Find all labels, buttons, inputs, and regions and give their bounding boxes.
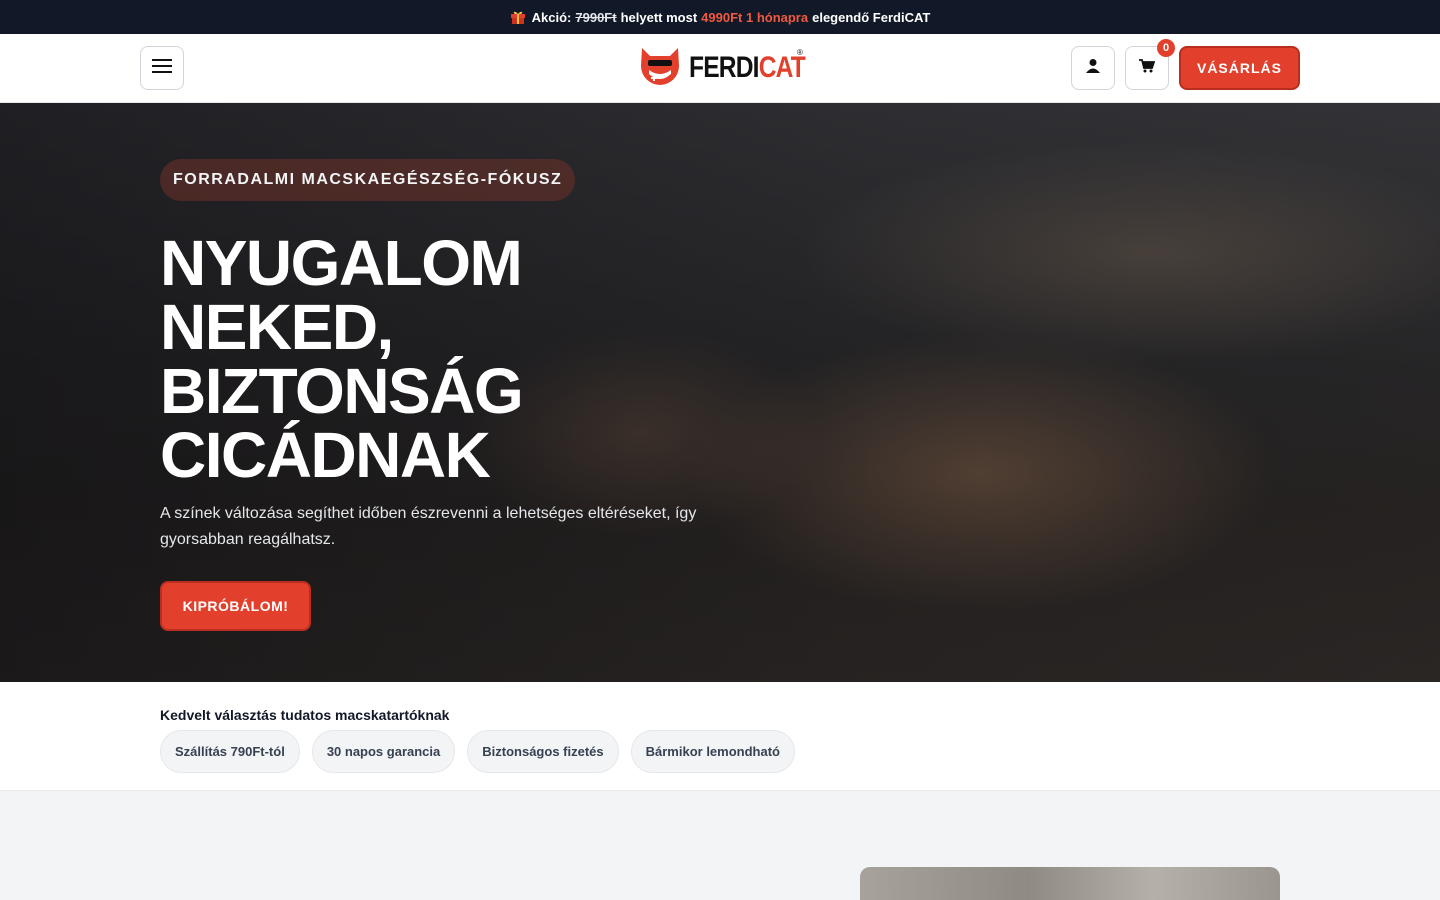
account-button[interactable] (1071, 46, 1115, 90)
promo-old-price: 7990Ft (575, 9, 617, 25)
trust-chips: Szállítás 790Ft-tól 30 napos garancia Bi… (160, 730, 795, 773)
hamburger-icon (152, 58, 172, 79)
hero-badge: FORRADALMI MACSKAEGÉSZSÉG-FÓKUSZ (160, 159, 576, 201)
gift-icon (510, 9, 526, 25)
logo-part1: FERDI (689, 51, 760, 84)
logo[interactable]: FERDI CAT ® (637, 46, 830, 90)
hero-content: FORRADALMI MACSKAEGÉSZSÉG-FÓKUSZ NYUGALO… (160, 159, 760, 631)
site-header: FERDI CAT ® 0 VÁSÁRLÁS (0, 34, 1440, 103)
hero-title-line: NEKED, (160, 291, 394, 363)
chip-guarantee: 30 napos garancia (311, 730, 456, 773)
user-icon (1086, 58, 1100, 79)
promo-bar: Akció: 7990Ft helyett most 4990Ft 1 hóna… (0, 0, 1440, 34)
hero-title: NYUGALOM NEKED, BIZTONSÁG CICÁDNAK (160, 231, 760, 487)
hero-title-line: CICÁDNAK (160, 419, 491, 491)
chip-shipping: Szállítás 790Ft-tól (160, 730, 300, 773)
hero-section: FORRADALMI MACSKAEGÉSZSÉG-FÓKUSZ NYUGALO… (0, 103, 1440, 682)
buy-button[interactable]: VÁSÁRLÁS (1179, 46, 1300, 90)
cart-button[interactable]: 0 (1125, 39, 1175, 90)
product-image (860, 867, 1280, 900)
logo-registered: ® (797, 48, 803, 57)
hero-title-line: NYUGALOM (160, 227, 523, 299)
promo-prefix: Akció: (531, 9, 572, 25)
cat-logo-icon (637, 44, 683, 93)
content-section (0, 791, 1440, 900)
logo-wordmark: FERDI CAT (689, 51, 806, 85)
trust-section: Kedvelt választás tudatos macskatartókna… (0, 682, 1440, 791)
trust-title: Kedvelt választás tudatos macskatartókna… (160, 707, 450, 723)
chip-cancel-anytime: Bármikor lemondható (630, 730, 795, 773)
promo-new-price: 4990Ft 1 hónapra (701, 9, 809, 25)
hero-description: A színek változása segíthet időben észre… (160, 505, 697, 548)
hero-title-line: BIZTONSÁG (160, 355, 524, 427)
menu-button[interactable] (140, 46, 184, 90)
try-it-button[interactable]: KIPRÓBÁLOM! (160, 581, 311, 631)
promo-middle: helyett most (620, 9, 698, 25)
chip-secure-payment: Biztonságos fizetés (467, 730, 619, 773)
cart-count-badge: 0 (1157, 39, 1175, 57)
cart-icon (1139, 58, 1156, 78)
promo-suffix: elegendő FerdiCAT (812, 9, 931, 25)
